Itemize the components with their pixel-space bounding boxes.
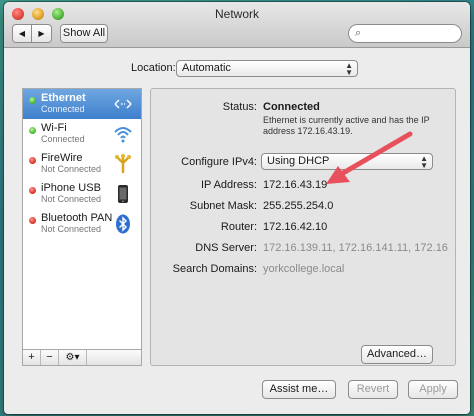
service-item-ethernet[interactable]: Ethernet Connected [23,89,141,119]
back-button[interactable]: ◀ [12,24,32,43]
status-dot-icon [29,127,36,134]
service-status: Not Connected [41,164,102,174]
service-name: FireWire [41,152,83,164]
service-item-bluetooth-pan[interactable]: Bluetooth PAN Not Connected [23,209,141,239]
configure-ipv4-label: Configure IPv4: [181,156,257,168]
forward-button[interactable]: ▶ [32,24,52,43]
ip-address-value: 172.16.43.19 [263,179,328,191]
service-item-iphone-usb[interactable]: iPhone USB Not Connected [23,179,141,209]
subnet-mask-label: Subnet Mask: [189,200,257,212]
advanced-button[interactable]: Advanced… [361,345,433,364]
router-label: Router: [220,221,257,233]
status-value: Connected [263,101,320,113]
wifi-icon [114,127,132,143]
title-bar: Network ◀ ▶ Show All ⌕ [4,2,470,48]
bluetooth-icon [116,214,130,234]
configure-ipv4-value: Using DHCP [267,155,330,167]
add-service-button[interactable]: + [23,350,41,365]
firewire-icon [115,154,131,174]
service-name: Bluetooth PAN [41,212,113,224]
network-window: Network ◀ ▶ Show All ⌕ Location: Automat… [4,2,470,414]
status-dot-icon [29,97,36,104]
search-domains-value: yorkcollege.local [263,263,345,275]
location-value: Automatic [182,62,231,74]
ethernet-icon [114,99,132,109]
annotation-arrow-icon [326,131,413,184]
popup-arrows-icon: ▲ ▼ [420,154,428,170]
search-domains-label: Search Domains: [172,263,257,275]
search-input[interactable] [367,26,457,41]
service-name: Ethernet [41,92,86,104]
iphone-icon [118,185,128,203]
status-label: Status: [222,101,257,113]
popup-arrows-icon: ▲ ▼ [345,61,353,77]
service-name: Wi-Fi [41,122,67,134]
service-status: Not Connected [41,224,102,234]
revert-button[interactable]: Revert [348,380,398,399]
status-dot-icon [29,157,36,164]
ip-address-label: IP Address: [200,179,257,191]
service-status: Connected [41,134,85,144]
service-status: Connected [41,104,85,114]
assist-me-button[interactable]: Assist me… [262,380,336,399]
service-item-wifi[interactable]: Wi-Fi Connected [23,119,141,149]
status-dot-icon [29,217,36,224]
apply-button[interactable]: Apply [408,380,458,399]
dns-server-label: DNS Server: [195,242,257,254]
router-value: 172.16.42.10 [263,221,328,233]
location-label: Location: [131,62,176,74]
location-popup[interactable]: Automatic ▲ ▼ [176,60,358,77]
search-icon: ⌕ [355,27,362,39]
window-title: Network [214,7,259,21]
remove-service-button[interactable]: − [41,350,59,365]
service-item-firewire[interactable]: FireWire Not Connected [23,149,141,179]
gear-menu-button[interactable]: ⚙▾ [59,350,87,365]
service-list: Ethernet Connected Wi-Fi Connected FireW… [22,88,142,350]
dns-server-value: 172.16.139.11, 172.16.141.11, 172.16. [263,242,449,254]
service-status: Not Connected [41,194,102,204]
status-dot-icon [29,187,36,194]
subnet-mask-value: 255.255.254.0 [263,200,334,212]
search-field[interactable]: ⌕ [348,24,462,43]
show-all-button[interactable]: Show All [60,24,108,43]
service-list-toolbar: + − ⚙▾ [22,350,142,366]
service-name: iPhone USB [41,182,101,194]
